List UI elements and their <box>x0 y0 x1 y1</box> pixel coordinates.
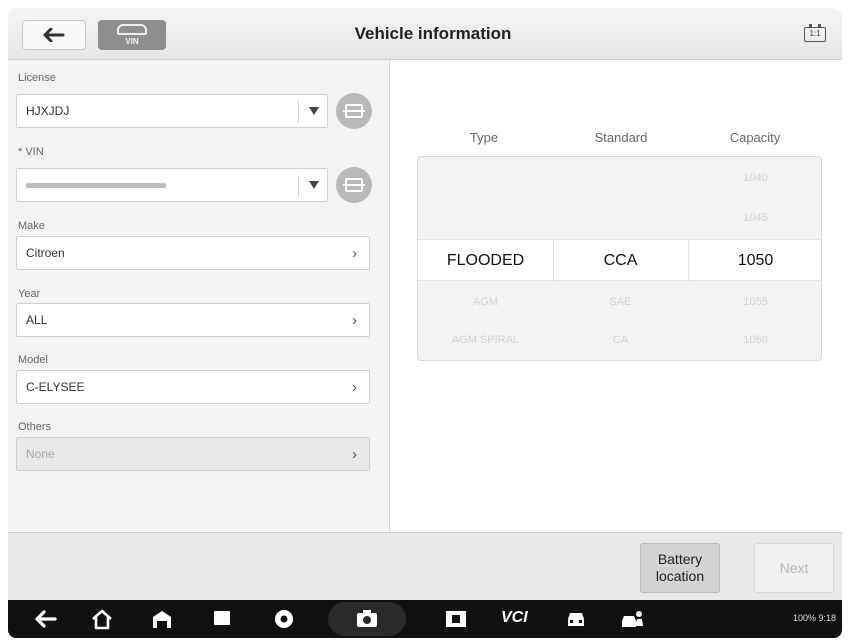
screen-record-icon[interactable] <box>444 608 468 630</box>
picker-cell-type <box>418 159 553 197</box>
model-label: Model <box>18 354 48 366</box>
year-selector[interactable]: ALL › <box>16 303 370 337</box>
others-selector[interactable]: None › <box>16 437 370 471</box>
picker-row[interactable]: 1040 <box>418 159 821 197</box>
dropdown-divider <box>298 175 299 197</box>
picker-cell-capacity: 1060 <box>743 334 768 346</box>
year-value: ALL <box>26 313 48 327</box>
vin-scan-button-round[interactable] <box>336 167 372 203</box>
picker-cell-type: AGM <box>472 296 499 308</box>
remote-expert-icon[interactable] <box>620 608 644 630</box>
license-dropdown[interactable]: HJXJDJ <box>16 94 328 128</box>
others-label: Others <box>18 421 52 433</box>
vci-status-label[interactable]: VCI <box>501 609 528 627</box>
vin-dropdown[interactable] <box>16 168 328 202</box>
back-arrow-icon <box>43 28 65 42</box>
picker-cell-standard: CA <box>612 334 629 346</box>
license-scan-button[interactable] <box>336 93 372 129</box>
scan-icon <box>343 178 365 192</box>
chevron-right-icon: › <box>352 245 357 262</box>
picker-cell-standard <box>553 159 688 197</box>
garage-icon[interactable] <box>150 608 174 630</box>
picker-cell-type: FLOODED <box>446 252 525 269</box>
picker-cell-capacity: 1055 <box>743 296 768 308</box>
license-value: HJXJDJ <box>26 104 70 118</box>
picker-cell-capacity: 1045 <box>743 212 768 224</box>
make-value: Citroen <box>26 246 65 260</box>
back-icon[interactable] <box>34 608 58 630</box>
action-bar: Battery location Next <box>8 532 842 600</box>
status-bar-text: 100% 9:18 <box>792 613 836 623</box>
column-header-type: Type <box>469 130 499 145</box>
recent-apps-icon[interactable] <box>214 611 230 625</box>
picker-row-selected[interactable]: FLOODED CCA 1050 <box>418 239 821 282</box>
picker-cell-type <box>418 199 553 237</box>
picker-row[interactable]: AGM SPIRAL CA 1060 <box>418 321 821 359</box>
back-button[interactable] <box>22 20 86 50</box>
next-button[interactable]: Next <box>754 543 834 593</box>
home-icon[interactable] <box>90 608 114 630</box>
dropdown-arrow-icon <box>309 181 319 189</box>
picker-cell-capacity: 1050 <box>737 252 774 269</box>
year-label: Year <box>18 288 41 300</box>
system-nav-bar: VCI 100% 9:18 <box>8 600 842 638</box>
dropdown-arrow-icon <box>309 107 319 115</box>
page-title: Vehicle information <box>354 24 512 43</box>
picker-cell-standard: CCA <box>603 252 638 269</box>
make-label: Make <box>18 220 45 232</box>
vin-scan-button[interactable]: VIN <box>98 20 166 50</box>
picker-row[interactable]: AGM SAE 1055 <box>418 283 821 321</box>
picker-cell-standard: SAE <box>609 296 632 308</box>
model-value: C-ELYSEE <box>26 380 85 394</box>
column-header-standard: Standard <box>594 130 648 145</box>
title-bar: VIN Vehicle information 1:1 <box>8 8 842 60</box>
picker-row[interactable]: 1045 <box>418 199 821 237</box>
vin-badge-label: VIN <box>125 37 139 46</box>
car-icon <box>117 24 147 35</box>
browser-icon[interactable] <box>272 608 296 630</box>
chevron-right-icon: › <box>352 446 357 463</box>
camera-icon[interactable] <box>355 608 379 630</box>
battery-spec-picker[interactable]: 1040 1045 FLOODED CCA 1050 AGM SAE 1055 … <box>417 156 822 361</box>
picker-cell-standard <box>553 199 688 237</box>
dropdown-divider <box>298 101 299 123</box>
vehicle-form: License HJXJDJ * VIN Make Citroen › Year… <box>8 60 390 532</box>
scan-icon <box>343 104 365 118</box>
picker-cell-capacity: 1040 <box>743 172 768 184</box>
battery-icon[interactable]: 1:1 <box>804 24 826 42</box>
column-header-capacity: Capacity <box>729 130 781 145</box>
battery-location-button[interactable]: Battery location <box>640 543 720 593</box>
make-selector[interactable]: Citroen › <box>16 236 370 270</box>
chevron-right-icon: › <box>352 379 357 396</box>
car-diagnostics-icon[interactable] <box>564 608 588 630</box>
vin-value-redacted <box>26 182 166 188</box>
picker-cell-type: AGM SPIRAL <box>451 334 520 346</box>
license-label: License <box>18 72 56 84</box>
vin-label: * VIN <box>18 146 44 158</box>
others-value: None <box>26 447 55 461</box>
chevron-right-icon: › <box>352 312 357 329</box>
battery-picker-panel: Type Standard Capacity 1040 1045 FLOODED… <box>391 60 842 532</box>
model-selector[interactable]: C-ELYSEE › <box>16 370 370 404</box>
